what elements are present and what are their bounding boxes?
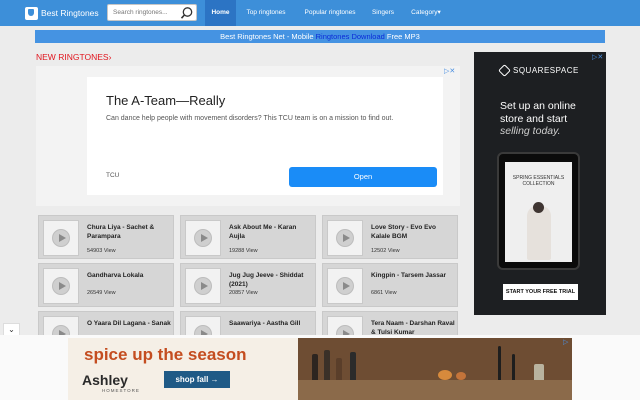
glass: [534, 364, 544, 380]
shop-fall-button[interactable]: shop fall →: [164, 371, 230, 388]
adchoices-icon[interactable]: ▷✕: [444, 67, 455, 75]
chevron-down-icon: ⌄: [8, 325, 15, 334]
site-logo[interactable]: Best Ringtones: [25, 3, 99, 23]
collapse-ad-button[interactable]: ⌄: [3, 323, 20, 335]
ringtone-views: 26549 View: [87, 290, 116, 296]
ad-line-1: Set up an online: [500, 100, 576, 112]
tablet-image: SPRING ESSENTIALS COLLECTION: [497, 152, 580, 270]
play-button[interactable]: [185, 268, 221, 304]
adchoices-icon[interactable]: ▷✕: [592, 53, 603, 61]
ringtone-views: 54903 View: [87, 248, 116, 254]
ringtone-title[interactable]: Gandharva Lokala: [87, 271, 171, 280]
inline-ad-card[interactable]: The A-Team—Really Can dance help people …: [87, 77, 443, 195]
bottom-ad[interactable]: spice up the season Ashley HOMESTORE sho…: [68, 338, 572, 400]
ad-photo: [298, 338, 572, 400]
ringtone-title[interactable]: Ask About Me - Karan Aujla: [229, 223, 313, 241]
play-icon: [52, 229, 70, 247]
squarespace-logo: SQUARESPACE: [498, 64, 579, 77]
banner-link[interactable]: Ringtones Download: [316, 32, 385, 41]
play-button[interactable]: [327, 220, 363, 256]
ad-open-button[interactable]: Open: [289, 167, 437, 187]
pumpkin: [438, 370, 452, 380]
ad-title: The A-Team—Really: [105, 93, 237, 108]
section-title-label: NEW RINGTONES: [36, 52, 109, 62]
ringtone-views: 20857 View: [229, 290, 258, 296]
pumpkin: [456, 372, 466, 380]
ringtone-title[interactable]: O Yaara Dil Lagana - Sanak: [87, 319, 171, 328]
ringtone-card[interactable]: Gandharva Lokala 26549 View: [38, 263, 174, 307]
bottle: [336, 358, 342, 380]
play-button[interactable]: [185, 220, 221, 256]
logo-icon: [25, 6, 38, 20]
caret-down-icon: ▾: [437, 9, 441, 16]
model-figure: [527, 206, 551, 260]
search-box: [107, 4, 197, 21]
inline-ad: ▷✕ The A-Team—Really Can dance help peop…: [36, 66, 460, 206]
nav-top-ringtones[interactable]: Top ringtones: [240, 0, 292, 26]
play-icon: [194, 277, 212, 295]
ringtone-title[interactable]: Jug Jug Jeeve - Shiddat (2021): [229, 271, 313, 289]
top-navbar: Best Ringtones Home Top ringtones Popula…: [0, 0, 640, 26]
search-input[interactable]: [108, 5, 180, 20]
ad-line-2: store and start: [500, 113, 568, 125]
play-icon: [52, 277, 70, 295]
adchoices-icon[interactable]: ▷: [563, 338, 568, 346]
play-icon: [336, 229, 354, 247]
ringtone-views: 6861 View: [371, 290, 397, 296]
squarespace-brand: SQUARESPACE: [513, 66, 579, 75]
ringtone-card[interactable]: Jug Jug Jeeve - Shiddat (2021) 20857 View: [180, 263, 316, 307]
nav-popular-ringtones[interactable]: Popular ringtones: [298, 0, 362, 26]
tablet-screen: SPRING ESSENTIALS COLLECTION: [505, 162, 572, 262]
ringtone-title[interactable]: Love Story - Evo Evo Kalale BGM: [371, 223, 455, 241]
free-trial-button[interactable]: START YOUR FREE TRIAL: [503, 284, 578, 300]
nav-singers[interactable]: Singers: [367, 0, 399, 26]
ringtone-title[interactable]: Saawariya - Aastha Gill: [229, 319, 313, 328]
chevron-right-icon: ›: [108, 52, 112, 62]
play-icon: [336, 277, 354, 295]
ringtone-title[interactable]: Chura Liya - Sachet & Parampara: [87, 223, 171, 241]
tablet-screen-title: SPRING ESSENTIALS COLLECTION: [512, 175, 565, 187]
bottle: [324, 350, 330, 380]
nav-category-label: Category: [411, 9, 438, 16]
ringtone-views: 19288 View: [229, 248, 258, 254]
ringtone-card[interactable]: Love Story - Evo Evo Kalale BGM 12502 Vie…: [322, 215, 458, 259]
bottle: [312, 354, 318, 380]
play-icon: [194, 229, 212, 247]
play-button[interactable]: [43, 220, 79, 256]
ad-advertiser: TCU: [106, 172, 120, 179]
play-button[interactable]: [327, 268, 363, 304]
banner-text-end: Free MP3: [384, 32, 420, 41]
nav-home[interactable]: Home: [205, 0, 236, 26]
site-name: Best Ringtones: [41, 8, 99, 18]
squarespace-logo-icon: [498, 64, 511, 77]
nav-category[interactable]: Category▾: [405, 0, 447, 26]
candlestick: [498, 346, 501, 380]
ad-title-text: The A-Team—Really: [106, 93, 226, 108]
ad-headline: spice up the season: [84, 345, 247, 364]
ad-tagline: selling today.: [500, 125, 561, 137]
candlestick: [512, 354, 515, 380]
bottle: [350, 352, 356, 380]
ringtone-card[interactable]: Ask About Me - Karan Aujla 19288 View: [180, 215, 316, 259]
ad-body: Can dance help people with movement diso…: [106, 115, 394, 122]
site-banner: Best Ringtones Net - Mobile Ringtones Do…: [35, 30, 605, 43]
table-surface: [298, 380, 572, 400]
section-title[interactable]: NEW RINGTONES›: [36, 52, 111, 62]
ringtone-views: 12502 View: [371, 248, 400, 254]
ringtone-card[interactable]: Chura Liya - Sachet & Parampara 54903 Vie…: [38, 215, 174, 259]
ashley-logo: Ashley: [82, 372, 128, 388]
side-ad[interactable]: ▷✕ SQUARESPACE Set up an online store an…: [474, 52, 606, 315]
ringtone-title[interactable]: Kingpin - Tarsem Jassar: [371, 271, 455, 280]
play-button[interactable]: [43, 268, 79, 304]
ringtone-card[interactable]: Kingpin - Tarsem Jassar 6861 View: [322, 263, 458, 307]
model-head: [533, 202, 544, 213]
search-icon[interactable]: [180, 6, 194, 20]
ashley-sub: HOMESTORE: [102, 388, 140, 393]
banner-text: Best Ringtones Net - Mobile: [220, 32, 316, 41]
